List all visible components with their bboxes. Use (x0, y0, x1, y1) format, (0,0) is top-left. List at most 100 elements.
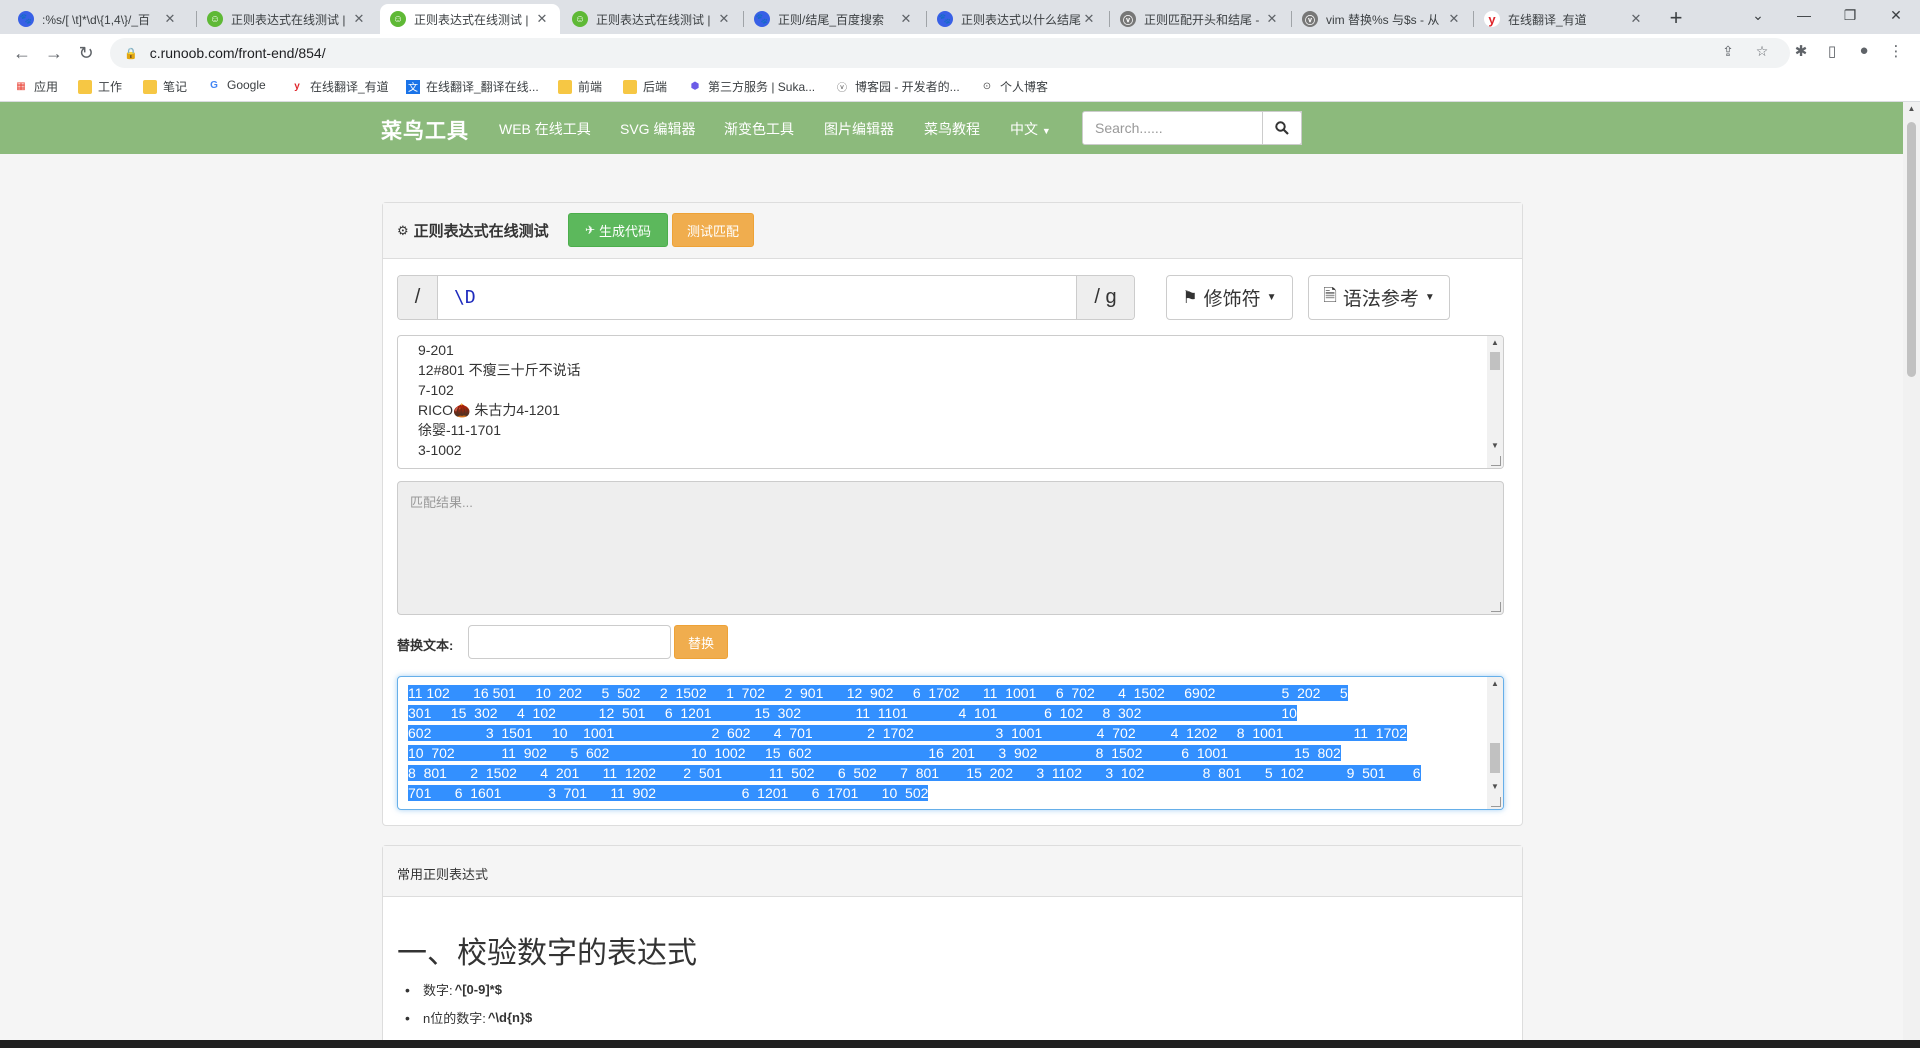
browser-tab[interactable]: ☺ 正则表达式在线测试 | ✕ (197, 4, 377, 34)
address-bar[interactable]: 🔒 c.runoob.com/front-end/854/ (110, 38, 1790, 68)
nav-link-tutorial[interactable]: 菜鸟教程 (924, 119, 980, 139)
regex-prefix: / (398, 276, 438, 319)
test-match-button[interactable]: 测试匹配 (672, 213, 754, 247)
browser-tab[interactable]: 🐾 正则/结尾_百度搜索 ✕ (744, 4, 924, 34)
browser-tab[interactable]: y 在线翻译_有道 ✕ (1474, 4, 1654, 34)
source-line: 12#801 不瘦三十斤不说话 (418, 362, 581, 378)
bookmark-apps[interactable]: ▦ 应用 (14, 78, 58, 95)
bookmark-folder[interactable]: 笔记 (143, 78, 187, 95)
scroll-up-arrow-icon[interactable]: ▲ (1903, 104, 1920, 113)
selected-text: 8 801 2 1502 4 201 11 1202 2 501 11 502 … (408, 765, 1421, 781)
browser-tab[interactable]: 🐾 :%s/[ \t]*\d\{1,4\}/_百 ✕ (8, 4, 188, 34)
browser-tabstrip: 🐾 :%s/[ \t]*\d\{1,4\}/_百 ✕ ☺ 正则表达式在线测试 |… (0, 0, 1920, 34)
close-icon[interactable]: ✕ (898, 11, 914, 27)
close-icon[interactable]: ✕ (534, 11, 550, 27)
tab-title: 正则匹配开头和结尾 - (1144, 12, 1260, 27)
google-icon: G (210, 79, 218, 91)
close-icon[interactable]: ✕ (1081, 11, 1097, 27)
close-icon[interactable]: ✕ (1446, 11, 1462, 27)
selected-text: 10 702 11 902 5 602 10 1002 15 602 16 20… (408, 745, 1341, 761)
regex-input[interactable]: \D (438, 276, 1076, 319)
browser-tab-active[interactable]: ☺ 正则表达式在线测试 | ✕ (380, 4, 560, 34)
selected-text: 301 15 302 4 102 12 501 6 1201 15 302 11… (408, 705, 1297, 721)
bookmark-page[interactable]: ⓥ 博客园 - 开发者的... (835, 78, 960, 95)
search-button[interactable] (1262, 111, 1302, 145)
paper-plane-icon: ✈ (584, 223, 596, 237)
selected-text: 602 3 1501 10 1001 2 602 4 701 2 1702 3 … (408, 725, 1407, 741)
close-icon[interactable]: ✕ (1264, 11, 1280, 27)
scroll-up-arrow-icon[interactable]: ▲ (1487, 338, 1503, 347)
bookmark-google[interactable]: G Google (207, 78, 266, 92)
scrollbar-thumb[interactable] (1490, 352, 1500, 370)
restore-button[interactable]: ❐ (1830, 4, 1870, 26)
menu-kebab-icon[interactable]: ⋮ (1884, 42, 1908, 60)
source-line (398, 460, 1503, 468)
list-item: n位的数字: ^\d{n}$ (405, 1008, 532, 1027)
generate-code-button[interactable]: ✈ 生成代码 (568, 213, 668, 247)
new-tab-button[interactable]: + (1662, 6, 1690, 32)
output-scrollbar[interactable]: ▲ ▼ (1487, 677, 1503, 809)
close-window-button[interactable]: ✕ (1876, 4, 1916, 26)
source-scrollbar[interactable]: ▲ ▼ (1487, 336, 1503, 468)
forward-button[interactable]: → (42, 42, 66, 64)
nav-link-svg-editor[interactable]: SVG 编辑器 (620, 119, 695, 139)
syntax-reference-dropdown[interactable]: 🗎 语法参考 ▼ (1308, 275, 1450, 320)
back-button[interactable]: ← (10, 42, 34, 64)
extensions-icon[interactable]: ✱ (1789, 42, 1813, 60)
bookmark-star-icon[interactable]: ☆ (1751, 43, 1773, 60)
match-result-textarea[interactable]: 匹配结果... (397, 481, 1504, 615)
resize-handle-icon[interactable] (1491, 602, 1501, 612)
replace-text-input[interactable] (468, 625, 671, 659)
close-icon[interactable]: ✕ (1628, 11, 1644, 27)
replace-output-textarea[interactable]: 11 102 16 501 10 202 5 502 2 1502 1 702 … (397, 676, 1504, 810)
nav-link-web-tools[interactable]: WEB 在线工具 (499, 119, 591, 139)
browser-tab[interactable]: ⓥ vim 替换%s 与$s - 从 ✕ (1292, 4, 1472, 34)
nav-language-dropdown[interactable]: 中文 ▼ (1010, 119, 1051, 139)
browser-tab[interactable]: ⓥ 正则匹配开头和结尾 - ✕ (1110, 4, 1290, 34)
modifier-dropdown[interactable]: ⚑ 修饰符 ▼ (1166, 275, 1293, 320)
flag-icon: ⚑ (1182, 287, 1198, 307)
caret-down-icon: ▼ (1424, 292, 1435, 303)
nav-link-gradient[interactable]: 渐变色工具 (724, 119, 794, 139)
sidepanel-icon[interactable]: ▯ (1820, 42, 1844, 60)
reload-button[interactable]: ↻ (74, 42, 98, 64)
scroll-down-arrow-icon[interactable]: ▼ (1487, 782, 1503, 791)
source-textarea[interactable]: 9-201 12#801 不瘦三十斤不说话 7-102 RICO🌰 朱古力4-1… (397, 335, 1504, 469)
bookmark-folder[interactable]: 工作 (78, 78, 122, 95)
resize-handle-icon[interactable] (1491, 797, 1501, 807)
close-icon[interactable]: ✕ (716, 11, 732, 27)
tab-search-icon[interactable]: ⌄ (1738, 4, 1778, 26)
close-icon[interactable]: ✕ (351, 11, 367, 27)
scroll-down-arrow-icon[interactable]: ▼ (1487, 441, 1503, 450)
scroll-up-arrow-icon[interactable]: ▲ (1487, 679, 1503, 688)
minimize-button[interactable]: — (1784, 4, 1824, 26)
youdao-icon: y (1484, 11, 1500, 27)
scrollbar-thumb[interactable] (1907, 122, 1916, 377)
bookmark-label: 在线翻译_翻译在线... (426, 80, 539, 94)
runoob-icon: ☺ (207, 11, 223, 27)
bookmark-page[interactable]: 文在线翻译_翻译在线... (406, 78, 539, 95)
bookmark-folder[interactable]: 前端 (558, 78, 602, 95)
syntax-label: 语法参考 (1342, 289, 1419, 310)
regex-tool-panel: ⚙ 正则表达式在线测试 ✈ 生成代码 测试匹配 / \D / g ⚑ 修饰符 ▼… (382, 202, 1523, 826)
bookmark-page[interactable]: ⊙ 个人博客 (980, 78, 1048, 95)
item-label: n位的数字: (423, 1011, 486, 1026)
resize-handle-icon[interactable] (1491, 456, 1501, 466)
bookmark-page[interactable]: ⬢ 第三方服务 | Suka... (688, 78, 816, 95)
replace-button[interactable]: 替换 (674, 625, 728, 659)
bookmark-label: 应用 (34, 80, 59, 94)
apps-grid-icon: ▦ (16, 81, 26, 92)
browser-tab[interactable]: ☺ 正则表达式在线测试 | ✕ (562, 4, 742, 34)
bookmark-folder[interactable]: 后端 (623, 78, 667, 95)
profile-avatar-icon[interactable]: ● (1852, 42, 1876, 59)
scrollbar-thumb[interactable] (1490, 743, 1500, 773)
site-brand[interactable]: 菜鸟工具 (381, 115, 469, 145)
close-icon[interactable]: ✕ (162, 11, 178, 27)
source-line: 3-1002 (418, 442, 462, 458)
share-icon[interactable]: ⇪ (1717, 43, 1739, 60)
browser-tab[interactable]: 🐾 正则表达式以什么结尾 ✕ (927, 4, 1107, 34)
nav-link-image-editor[interactable]: 图片编辑器 (824, 119, 894, 139)
bookmark-youdao[interactable]: y 在线翻译_有道 (290, 78, 388, 95)
page-scrollbar[interactable]: ▲ (1903, 102, 1920, 1040)
caret-down-icon: ▼ (1041, 126, 1051, 136)
